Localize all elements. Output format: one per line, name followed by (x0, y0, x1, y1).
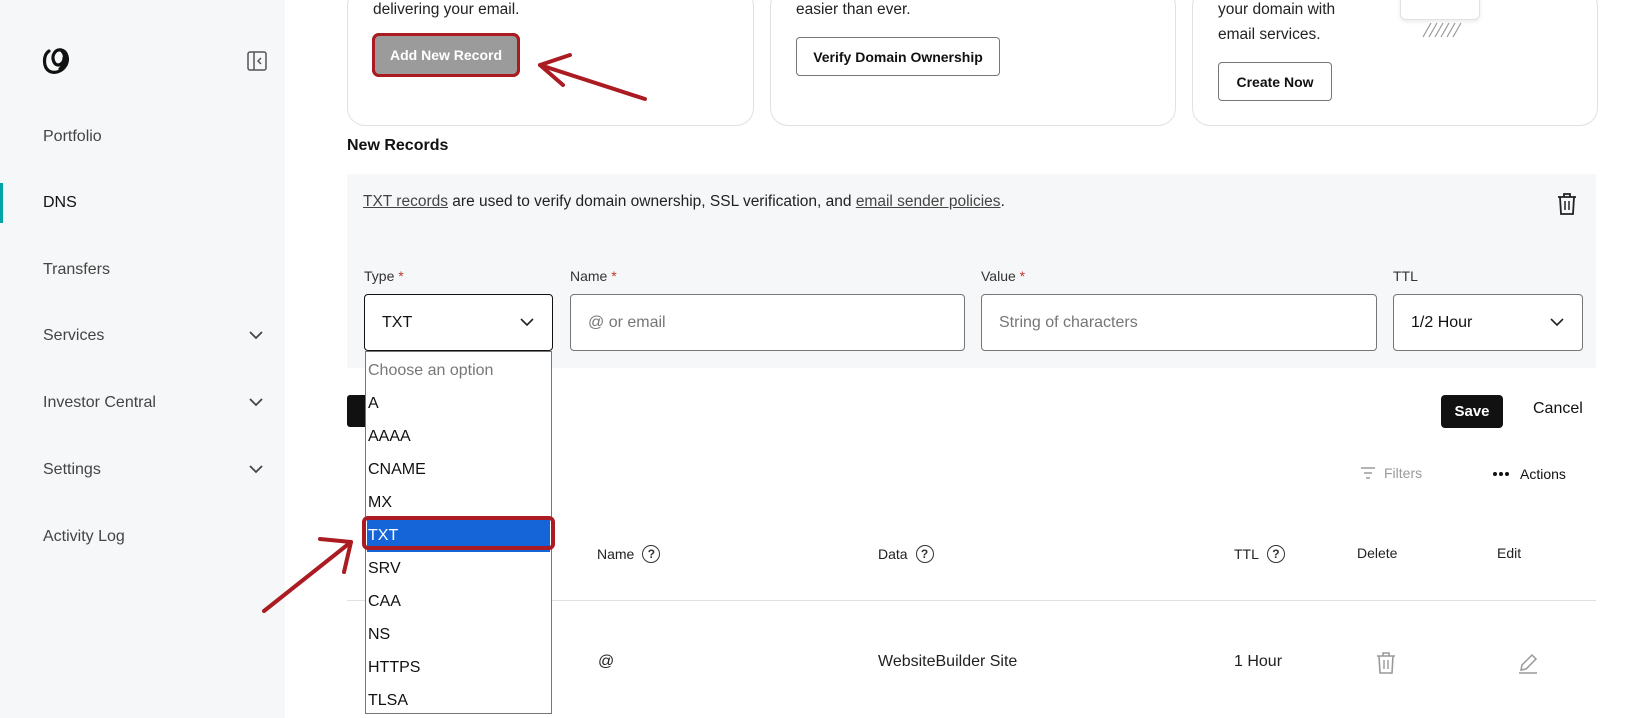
sidebar: Portfolio DNS Transfers Services Investo… (0, 0, 285, 718)
option-txt[interactable]: TXT (367, 519, 550, 552)
filters-button[interactable]: Filters (1360, 465, 1422, 481)
column-header-edit: Edit (1497, 545, 1522, 561)
create-now-button[interactable]: Create Now (1218, 62, 1332, 101)
option-cname[interactable]: CNAME (367, 453, 550, 486)
sidebar-item-label: Activity Log (43, 528, 125, 545)
info-text: . (1000, 193, 1005, 210)
active-indicator (0, 183, 3, 223)
sidebar-item-activity-log[interactable]: Activity Log (0, 517, 285, 557)
name-label-text: Name (570, 268, 608, 284)
option-a[interactable]: A (367, 387, 550, 420)
info-text: are used to verify domain ownership, SSL… (448, 193, 856, 210)
sidebar-item-label: Services (43, 327, 105, 344)
add-record-button[interactable] (347, 395, 365, 427)
name-input[interactable]: @ or email (570, 294, 965, 351)
email-sender-policies-link[interactable]: email sender policies (856, 193, 1001, 210)
txt-info-text: TXT records are used to verify domain ow… (363, 193, 1005, 211)
required-mark: * (398, 268, 404, 284)
column-label: TTL (1234, 546, 1259, 562)
ttl-select[interactable]: 1/2 Hour (1393, 294, 1583, 351)
required-mark: * (611, 268, 617, 284)
option-ns[interactable]: NS (367, 618, 550, 651)
sidebar-item-label: Portfolio (43, 128, 102, 145)
card-text: email services. (1218, 26, 1321, 43)
column-header-delete: Delete (1357, 545, 1398, 561)
sidebar-item-services[interactable]: Services (0, 316, 285, 356)
column-label: Name (597, 546, 635, 562)
add-new-record-button[interactable]: Add New Record (372, 33, 520, 77)
record-name-cell: @ (598, 653, 615, 670)
filters-label: Filters (1384, 465, 1423, 481)
option-tlsa[interactable]: TLSA (367, 684, 550, 717)
sidebar-item-portfolio[interactable]: Portfolio (0, 117, 285, 157)
sidebar-item-investor-central[interactable]: Investor Central (0, 383, 285, 423)
column-header-ttl: TTL? (1234, 545, 1285, 563)
type-options-listbox[interactable]: Choose an option A AAAA CNAME MX TXT SRV… (365, 351, 552, 714)
option-mx[interactable]: MX (367, 486, 550, 519)
ttl-label: TTL (1393, 268, 1418, 284)
save-button[interactable]: Save (1441, 395, 1503, 428)
txt-records-link[interactable]: TXT records (363, 193, 448, 210)
help-icon[interactable]: ? (642, 545, 661, 563)
sidebar-collapse-icon[interactable] (246, 50, 268, 72)
chevron-down-icon (249, 331, 263, 340)
godaddy-logo-icon[interactable] (40, 45, 72, 77)
sidebar-item-label: Transfers (43, 261, 110, 278)
help-icon[interactable]: ? (1266, 545, 1285, 563)
value-input[interactable]: String of characters (981, 294, 1377, 351)
more-icon (1493, 472, 1509, 476)
delete-record-icon[interactable] (1556, 192, 1578, 216)
card-text: your domain with (1218, 1, 1336, 18)
column-label: Data (878, 546, 908, 562)
section-title: New Records (347, 137, 449, 154)
verify-domain-ownership-button[interactable]: Verify Domain Ownership (796, 37, 1000, 76)
option-caa[interactable]: CAA (367, 585, 550, 618)
actions-button[interactable]: Actions (1492, 466, 1566, 482)
chevron-down-icon (520, 318, 534, 327)
chevron-down-icon (249, 465, 263, 474)
sidebar-item-label: DNS (43, 194, 77, 211)
record-ttl-cell: 1 Hour (1234, 653, 1283, 670)
type-select[interactable]: TXT (364, 294, 553, 351)
sidebar-item-settings[interactable]: Settings (0, 450, 285, 490)
filter-icon (1361, 467, 1375, 479)
delete-icon[interactable] (1375, 651, 1397, 675)
ttl-select-value: 1/2 Hour (1411, 313, 1473, 331)
type-select-value: TXT (382, 313, 413, 331)
option-placeholder[interactable]: Choose an option (367, 354, 550, 387)
sidebar-item-transfers[interactable]: Transfers (0, 250, 285, 290)
card-text: easier than ever. (796, 1, 911, 18)
type-label-text: Type (364, 268, 395, 284)
column-header-data: Data? (878, 545, 934, 563)
column-header-name: Name? (597, 545, 661, 563)
option-aaaa[interactable]: AAAA (367, 420, 550, 453)
value-label-text: Value (981, 268, 1016, 284)
type-label: Type * (364, 268, 404, 284)
option-srv[interactable]: SRV (367, 552, 550, 585)
sidebar-item-dns[interactable]: DNS (0, 183, 285, 223)
chevron-down-icon (249, 398, 263, 407)
help-icon[interactable]: ? (915, 545, 934, 563)
record-data-cell: WebsiteBuilder Site (878, 653, 1018, 670)
sidebar-item-label: Settings (43, 461, 101, 478)
option-https[interactable]: HTTPS (367, 651, 550, 684)
chevron-down-icon (1550, 318, 1564, 327)
name-label: Name * (570, 268, 617, 284)
cancel-button[interactable]: Cancel (1533, 400, 1583, 418)
sidebar-item-label: Investor Central (43, 394, 156, 411)
card-text: delivering your email. (373, 1, 520, 18)
actions-label: Actions (1520, 466, 1566, 482)
email-illustration (1400, 0, 1480, 38)
value-label: Value * (981, 268, 1025, 284)
required-mark: * (1019, 268, 1026, 284)
edit-pencil-icon[interactable] (1517, 651, 1539, 675)
